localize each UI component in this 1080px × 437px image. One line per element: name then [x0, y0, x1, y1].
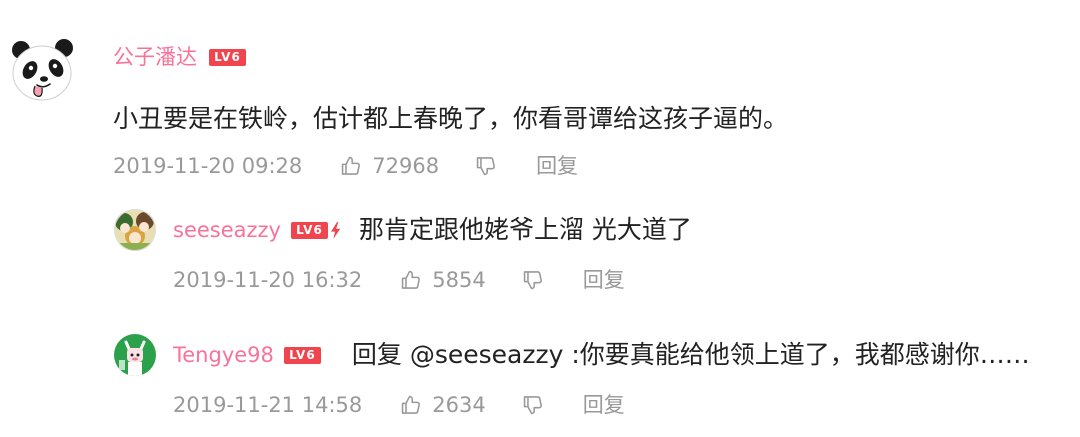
user-avatar[interactable]	[8, 37, 76, 105]
thumbs-up-icon[interactable]	[400, 269, 422, 291]
level-badge: LV6	[209, 48, 246, 66]
level-badge: LV6	[290, 221, 328, 239]
level-badge-group: LV6	[209, 48, 246, 66]
thumbs-up-icon[interactable]	[340, 155, 362, 177]
like-button[interactable]: 5854	[400, 267, 486, 293]
level-badge-group: LV6	[290, 221, 359, 239]
dislike-button[interactable]	[522, 269, 544, 291]
like-button[interactable]: 72968	[340, 153, 439, 179]
dislike-button[interactable]	[475, 155, 497, 177]
reply-button[interactable]: 回复	[583, 392, 625, 418]
reply-header: seeseazzy LV6 那肯定跟他姥爷上溜 光大道了	[173, 214, 692, 246]
username-link[interactable]: seeseazzy	[173, 217, 281, 243]
comment-time: 2019-11-20 09:28	[113, 154, 303, 178]
dislike-button[interactable]	[522, 394, 544, 416]
like-button[interactable]: 2634	[400, 392, 486, 418]
comment-text: 小丑要是在铁岭，估计都上春晚了，你看哥谭给这孩子逼的。	[113, 104, 789, 133]
comment-text: 回复 @seeseazzy :你要真能给他领上道了，我都感谢你……	[352, 339, 1030, 371]
thumbs-down-icon[interactable]	[522, 394, 544, 416]
reply-header: Tengye98 LV6 回复 @seeseazzy :你要真能给他领上道了，我…	[173, 339, 1030, 371]
level-badge: LV6	[283, 346, 321, 364]
comment-meta: 2019-11-20 09:28 72968 回复	[113, 153, 578, 179]
user-avatar[interactable]	[114, 209, 156, 251]
reply-body: :你要真能给他领上道了，我都感谢你……	[563, 340, 1030, 369]
comment-meta: 2019-11-21 14:58 2634 回复	[173, 392, 625, 418]
user-avatar[interactable]	[114, 334, 156, 376]
like-count: 2634	[432, 393, 486, 417]
thumbs-down-icon[interactable]	[522, 269, 544, 291]
lightning-icon	[331, 221, 341, 239]
thumbs-up-icon[interactable]	[400, 394, 422, 416]
reply-prefix: 回复	[351, 340, 410, 369]
like-count: 72968	[372, 154, 440, 178]
username-link[interactable]: 公子潘达	[113, 44, 197, 70]
comment-text: 那肯定跟他姥爷上溜 光大道了	[358, 215, 692, 244]
comment-thread: 公子潘达 LV6 小丑要是在铁岭，估计都上春晚了，你看哥谭给这孩子逼的。 201…	[0, 0, 1080, 437]
reply-button[interactable]: 回复	[536, 153, 578, 179]
thumbs-down-icon[interactable]	[475, 155, 497, 177]
level-badge-group: LV6	[283, 346, 352, 364]
comment-time: 2019-11-21 14:58	[173, 393, 363, 417]
username-link[interactable]: Tengye98	[173, 342, 274, 368]
comment-time: 2019-11-20 16:32	[173, 268, 363, 292]
comment-header: 公子潘达 LV6	[113, 44, 246, 70]
comment-meta: 2019-11-20 16:32 5854 回复	[173, 267, 625, 293]
mention-link[interactable]: @seeseazzy	[410, 340, 564, 369]
like-count: 5854	[432, 268, 486, 292]
reply-button[interactable]: 回复	[583, 267, 625, 293]
